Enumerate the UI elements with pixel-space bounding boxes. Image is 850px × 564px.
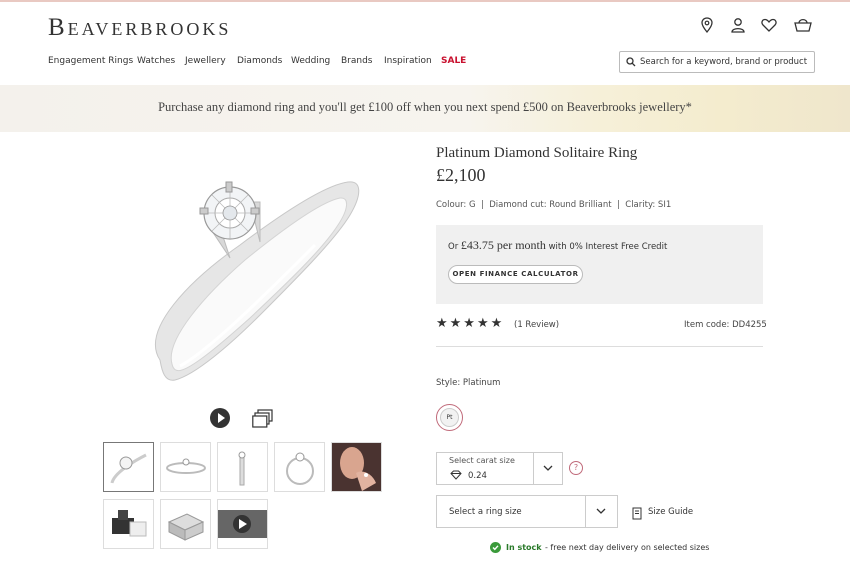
main-product-image[interactable]	[110, 140, 380, 410]
style-swatch-platinum[interactable]: Pt	[436, 404, 463, 431]
ring-size-label: Select a ring size	[449, 507, 522, 517]
select-divider	[533, 453, 534, 484]
style-label: Style: Platinum	[436, 378, 501, 388]
rating-stars[interactable]: ★★★★★	[436, 316, 504, 331]
swatch-label: Pt	[440, 408, 459, 427]
account-icon[interactable]	[729, 16, 747, 34]
check-icon	[490, 542, 501, 553]
location-icon[interactable]	[698, 16, 716, 34]
promo-banner[interactable]: Purchase any diamond ring and you'll get…	[0, 85, 850, 132]
nav-wedding[interactable]: Wedding	[291, 56, 330, 66]
select-divider	[585, 496, 586, 527]
brand-logo[interactable]: Beaverbrooks	[48, 14, 231, 42]
finance-suffix: with 0% Interest Free Credit	[545, 242, 668, 252]
chevron-down-icon	[596, 508, 606, 514]
search-icon	[626, 57, 636, 67]
diamond-icon	[450, 470, 462, 480]
wishlist-icon[interactable]	[760, 16, 778, 34]
finance-panel: Or £43.75 per month with 0% Interest Fre…	[436, 225, 763, 304]
gallery-thumbnail[interactable]	[217, 442, 268, 492]
size-guide-icon	[632, 507, 642, 520]
stock-status-label: In stock	[506, 543, 542, 552]
gallery-thumbnail[interactable]	[274, 442, 325, 492]
size-guide-link[interactable]: Size Guide	[632, 505, 693, 520]
review-count-link[interactable]: (1 Review)	[514, 320, 559, 330]
product-price: £2,100	[436, 165, 486, 185]
gallery-stack-icon[interactable]	[252, 408, 274, 428]
gallery-thumbnail[interactable]	[331, 442, 382, 492]
model-wearing-thumb-image	[332, 443, 381, 491]
search-input[interactable]	[640, 54, 812, 70]
open-finance-calculator-button[interactable]: OPEN FINANCE CALCULATOR	[448, 265, 583, 284]
ring-angle-thumb-image	[110, 453, 147, 484]
nav-diamonds[interactable]: Diamonds	[237, 56, 282, 66]
carat-value: 0.24	[468, 471, 487, 481]
promo-banner-text: Purchase any diamond ring and you'll get…	[158, 100, 692, 114]
gallery-thumbnail[interactable]	[103, 499, 154, 549]
finance-amount: £43.75 per month	[460, 238, 546, 252]
header-icons	[698, 16, 814, 36]
nav-inspiration[interactable]: Inspiration	[384, 56, 432, 66]
carat-size-select[interactable]: Select carat size 0.24	[436, 452, 563, 485]
search-box[interactable]	[619, 51, 815, 73]
gift-box-thumb-image	[112, 510, 147, 537]
stock-delivery-note: - free next day delivery on selected siz…	[545, 543, 710, 552]
nav-sale[interactable]: SALE	[441, 56, 466, 66]
product-title: Platinum Diamond Solitaire Ring	[436, 145, 638, 161]
ring-profile-thumb-image	[238, 451, 246, 486]
ring-size-select[interactable]: Select a ring size	[436, 495, 618, 528]
nav-engagement-rings[interactable]: Engagement Rings	[48, 56, 133, 66]
divider	[436, 346, 763, 347]
finance-text: Or £43.75 per month with 0% Interest Fre…	[448, 238, 667, 253]
item-code: Item code: DD4255	[684, 320, 767, 330]
gallery-thumbnail[interactable]	[103, 442, 154, 492]
carat-help-button[interactable]: ?	[569, 461, 583, 475]
nav-watches[interactable]: Watches	[137, 56, 175, 66]
ring-side-thumb-image	[166, 458, 206, 474]
gallery-video-thumbnail[interactable]	[217, 499, 268, 549]
finance-prefix: Or	[448, 242, 461, 252]
play-video-button[interactable]	[210, 408, 230, 428]
basket-icon[interactable]	[794, 16, 812, 34]
gallery-thumbnail[interactable]	[160, 442, 211, 492]
gallery-thumbnail[interactable]	[160, 499, 211, 549]
nav-brands[interactable]: Brands	[341, 56, 373, 66]
product-specs: Colour: G | Diamond cut: Round Brilliant…	[436, 200, 672, 210]
video-thumb-image	[218, 510, 267, 538]
chevron-down-icon	[543, 465, 553, 471]
size-guide-label: Size Guide	[648, 507, 694, 517]
brand-logo-text: Beaverbrooks	[48, 14, 232, 41]
ring-front-thumb-image	[286, 452, 314, 485]
packaging-thumb-image	[167, 513, 205, 541]
top-accent-line	[0, 0, 850, 2]
nav-jewellery[interactable]: Jewellery	[185, 56, 226, 66]
carat-select-label: Select carat size	[449, 456, 515, 465]
